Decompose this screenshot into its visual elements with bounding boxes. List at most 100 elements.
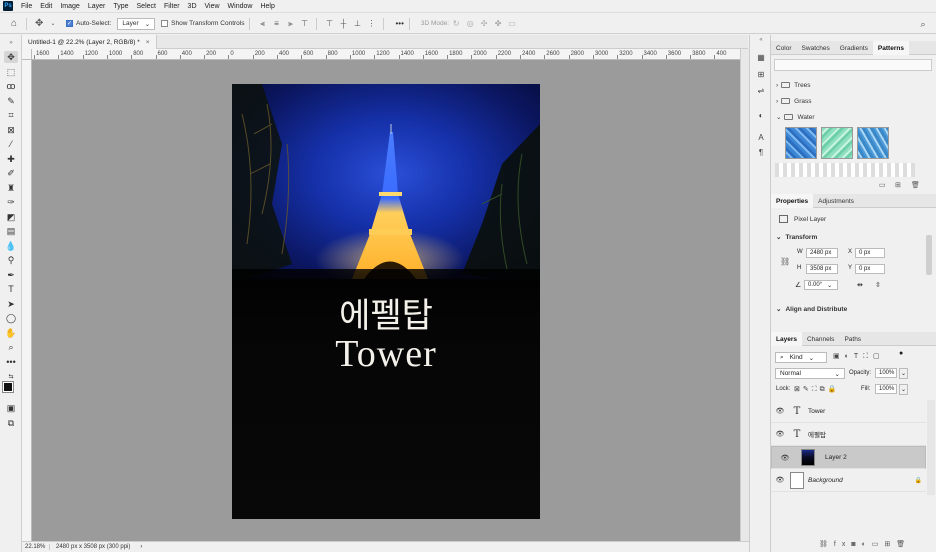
- chevron-down-icon[interactable]: ⌄: [899, 384, 909, 395]
- flip-vertical-icon[interactable]: ⇳: [875, 281, 881, 289]
- status-menu-arrow[interactable]: ›: [140, 544, 142, 550]
- layer-row-layer-2[interactable]: 👁 Layer 2: [771, 446, 926, 469]
- frame-tool-icon[interactable]: ⊠: [4, 124, 18, 136]
- menu-file[interactable]: File: [17, 3, 36, 10]
- new-folder-icon[interactable]: ▭: [879, 181, 886, 189]
- menu-image[interactable]: Image: [56, 3, 83, 10]
- layer-row-tower[interactable]: 👁 T Tower: [771, 400, 926, 423]
- ruler-origin[interactable]: [22, 49, 32, 60]
- character-panel-icon[interactable]: A: [755, 133, 767, 144]
- type-tool-icon[interactable]: T: [4, 283, 18, 295]
- link-icon[interactable]: ⛓: [780, 257, 790, 266]
- menu-type[interactable]: Type: [109, 3, 132, 10]
- auto-select-checkbox[interactable]: ✓: [66, 20, 73, 27]
- menu-edit[interactable]: Edit: [36, 3, 56, 10]
- lock-icons[interactable]: ⊠✎⛶⧉🔒: [794, 385, 839, 394]
- align-vertical-top-icon[interactable]: ⊤: [325, 19, 333, 28]
- move-tool-icon[interactable]: ✥: [4, 51, 18, 63]
- swap-colors-icon[interactable]: ⇆: [4, 370, 18, 382]
- properties-scrollbar[interactable]: [926, 235, 932, 275]
- height-field[interactable]: 3508 px: [806, 264, 838, 274]
- show-transform-checkbox[interactable]: [161, 20, 169, 27]
- width-field[interactable]: 2480 px: [806, 248, 838, 258]
- menu-3d[interactable]: 3D: [184, 3, 201, 10]
- brush-tool-icon[interactable]: ✐: [4, 167, 18, 179]
- transform-section-header[interactable]: ⌄ Transform: [771, 231, 936, 243]
- tab-patterns[interactable]: Patterns: [872, 41, 909, 55]
- distribute-icon[interactable]: ⋮: [367, 19, 375, 28]
- move-tool-icon[interactable]: ✥: [35, 18, 43, 28]
- 3d-camera-icon[interactable]: ▭: [508, 19, 516, 28]
- layer-row-korean[interactable]: 👁 T 에펠탑: [771, 423, 926, 446]
- document-canvas[interactable]: 에펠탑 Tower: [232, 84, 540, 519]
- pattern-swatch-water-2[interactable]: [821, 127, 853, 159]
- show-transform-option[interactable]: Show Transform Controls: [161, 20, 244, 27]
- canvas-workspace[interactable]: 에펠탑 Tower: [32, 60, 740, 541]
- align-section-header[interactable]: ⌄ Align and Distribute: [771, 303, 936, 315]
- pattern-swatch-water-1[interactable]: [785, 127, 817, 159]
- collapse-icon[interactable]: »: [4, 37, 18, 49]
- clone-stamp-tool-icon[interactable]: ♜: [4, 182, 18, 194]
- y-field[interactable]: 0 px: [855, 264, 885, 274]
- menu-window[interactable]: Window: [224, 3, 257, 10]
- menu-select[interactable]: Select: [133, 3, 160, 10]
- auto-select-option[interactable]: ✓ Auto-Select:: [66, 20, 111, 27]
- pattern-swatch-water-3[interactable]: [857, 127, 889, 159]
- search-icon[interactable]: ⌕: [919, 20, 927, 29]
- align-right-icon[interactable]: ⫸: [286, 19, 294, 28]
- quick-select-tool-icon[interactable]: ✎: [4, 95, 18, 107]
- more-tools-icon[interactable]: •••: [4, 356, 18, 368]
- tab-paths[interactable]: Paths: [839, 332, 866, 346]
- marquee-tool-icon[interactable]: ⬚: [4, 66, 18, 78]
- visibility-eye-icon[interactable]: 👁: [774, 476, 786, 484]
- more-options-button[interactable]: •••: [395, 19, 403, 28]
- visibility-eye-icon[interactable]: 👁: [779, 454, 791, 462]
- gradient-tool-icon[interactable]: ▤: [4, 225, 18, 237]
- tab-color[interactable]: Color: [771, 41, 797, 55]
- screen-mode-icon[interactable]: ⧉: [4, 417, 18, 429]
- tab-adjustments[interactable]: Adjustments: [813, 194, 859, 208]
- blur-tool-icon[interactable]: 💧: [4, 240, 18, 252]
- vertical-ruler[interactable]: [22, 60, 32, 541]
- libraries-panel-icon[interactable]: ◐: [755, 111, 767, 122]
- pen-tool-icon[interactable]: ✒: [4, 269, 18, 281]
- layers-footer-icons[interactable]: ⛓fx◙◐▭⊞🗑: [819, 540, 911, 548]
- align-vertical-bottom-icon[interactable]: ⊥: [353, 19, 361, 28]
- healing-brush-tool-icon[interactable]: ✚: [4, 153, 18, 165]
- tab-gradients[interactable]: Gradients: [835, 41, 873, 55]
- pattern-row-preview[interactable]: [775, 163, 915, 177]
- layer-comps-icon[interactable]: ⊞: [755, 70, 767, 81]
- chevron-down-icon[interactable]: ⌄: [49, 20, 57, 28]
- 3d-roll-icon[interactable]: ◎: [466, 19, 474, 28]
- menu-help[interactable]: Help: [256, 3, 278, 10]
- visibility-eye-icon[interactable]: 👁: [774, 430, 786, 438]
- blend-mode-dropdown[interactable]: Normal ⌄: [775, 368, 845, 379]
- horizontal-ruler[interactable]: 1600 1400 1200 1000 800 600 400 200 0 200 400 600 80…: [32, 49, 740, 60]
- trash-icon[interactable]: 🗑: [911, 181, 920, 189]
- quick-mask-icon[interactable]: ▣: [4, 402, 18, 414]
- align-center-icon[interactable]: ≡: [272, 19, 280, 28]
- x-field[interactable]: 0 px: [855, 248, 885, 258]
- 3d-pan-icon[interactable]: ✣: [480, 19, 488, 28]
- align-vertical-center-icon[interactable]: ┼: [339, 19, 347, 28]
- menu-filter[interactable]: Filter: [160, 3, 184, 10]
- history-panel-icon[interactable]: ▦: [755, 53, 767, 64]
- layer-filter-icons[interactable]: ▣◐T⛶▢: [833, 352, 885, 361]
- menu-layer[interactable]: Layer: [84, 3, 110, 10]
- pattern-group-grass[interactable]: › Grass: [771, 95, 936, 107]
- auto-select-dropdown[interactable]: Layer ⌄: [117, 17, 156, 30]
- align-top-icon[interactable]: ⊤: [300, 19, 308, 28]
- paragraph-panel-icon[interactable]: ¶: [755, 148, 767, 159]
- pattern-search-field[interactable]: [774, 59, 932, 71]
- chevron-down-icon[interactable]: ⌄: [899, 368, 909, 379]
- eraser-tool-icon[interactable]: ◩: [4, 211, 18, 223]
- visibility-eye-icon[interactable]: 👁: [774, 407, 786, 415]
- fx-button[interactable]: fx: [834, 541, 851, 548]
- tab-swatches[interactable]: Swatches: [797, 41, 835, 55]
- angle-field[interactable]: 0.00° ⌄: [804, 280, 838, 290]
- eyedropper-tool-icon[interactable]: ⁄: [4, 138, 18, 150]
- collapse-icon[interactable]: «: [755, 37, 767, 48]
- opacity-field[interactable]: 100%: [875, 368, 897, 378]
- 3d-orbit-icon[interactable]: ↻: [452, 19, 460, 28]
- tab-channels[interactable]: Channels: [802, 332, 839, 346]
